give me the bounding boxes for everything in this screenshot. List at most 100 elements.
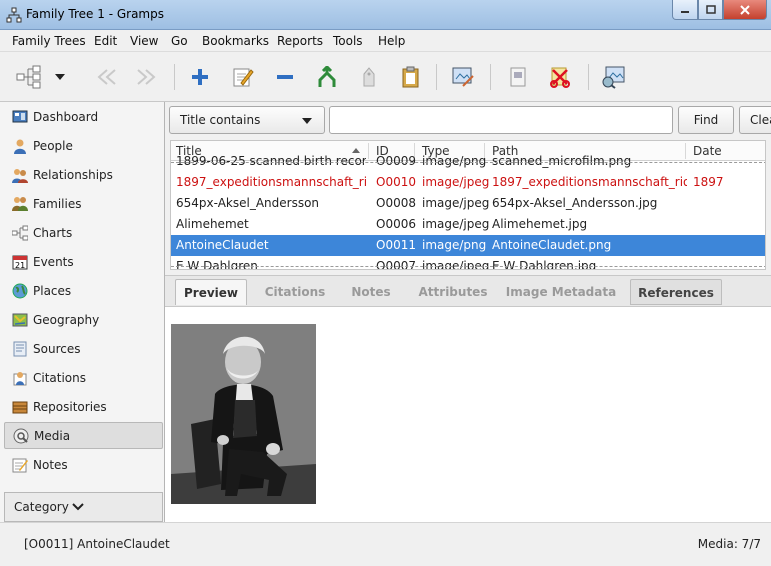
tab-preview[interactable]: Preview xyxy=(175,279,247,305)
dashboard-icon xyxy=(12,110,28,122)
portrait-photo[interactable] xyxy=(171,324,316,504)
back-button[interactable] xyxy=(90,62,120,92)
cell-id: O0011 xyxy=(376,238,416,252)
cell-id: O0010 xyxy=(376,175,416,189)
sidebar-item-label: Families xyxy=(33,196,82,211)
sidebar-item-relationships[interactable]: Relationships xyxy=(4,161,163,188)
tab-image-metadata[interactable]: Image Metadata xyxy=(505,279,617,305)
preview-pane xyxy=(165,307,771,522)
status-selected-object: [O0011] AntoineClaudet xyxy=(24,537,170,551)
sidebar-item-dashboard[interactable]: Dashboard xyxy=(4,103,163,130)
tab-references[interactable]: References xyxy=(630,279,722,305)
status-count: Media: 7/7 xyxy=(697,537,761,551)
forward-arrow-icon xyxy=(137,69,156,85)
menu-go[interactable]: Go xyxy=(171,34,188,48)
menu-tools[interactable]: Tools xyxy=(333,34,363,48)
search-filter-select[interactable]: Title contains xyxy=(169,106,325,134)
sidebar-item-label: Relationships xyxy=(33,167,113,182)
sidebar-item-sources[interactable]: Sources xyxy=(4,335,163,362)
add-button[interactable] xyxy=(185,62,215,92)
cell-title: E W Dahlgren xyxy=(176,259,258,270)
media-table: Title ID Type Path Date 1899-06-25 scann… xyxy=(170,140,766,270)
sidebar-item-repositories[interactable]: Repositories xyxy=(4,393,163,420)
maximize-icon xyxy=(705,4,716,14)
close-button[interactable] xyxy=(723,0,767,20)
cell-id: O0008 xyxy=(376,196,416,210)
category-selector[interactable]: Category xyxy=(4,492,163,522)
cell-path: 1897_expeditionsmannschaft_rio_a... xyxy=(492,175,687,189)
map-icon xyxy=(12,313,28,326)
find-button[interactable]: Find xyxy=(678,106,734,134)
sidebar-item-families[interactable]: Families xyxy=(4,190,163,217)
table-row[interactable]: 654px-Aksel_Andersson O0008 image/jpeg 6… xyxy=(171,193,765,214)
menu-family-trees[interactable]: Family Trees xyxy=(12,34,86,48)
sidebar-item-notes[interactable]: Notes xyxy=(4,451,163,478)
cell-id: O0009 xyxy=(376,154,416,168)
tab-attributes[interactable]: Attributes xyxy=(409,279,497,305)
maximize-button[interactable] xyxy=(698,0,723,20)
sidebar-item-label: Citations xyxy=(33,370,87,385)
edit-icon xyxy=(233,68,254,87)
merge-button[interactable] xyxy=(312,62,342,92)
drop-indicator-line xyxy=(171,266,765,267)
chevron-down-icon xyxy=(72,503,84,511)
sidebar-item-label: Media xyxy=(34,428,71,443)
tree-view-dropdown[interactable] xyxy=(52,62,68,92)
menu-help[interactable]: Help xyxy=(378,34,405,48)
table-row[interactable]: E W Dahlgren O0007 image/jpeg E W Dahlgr… xyxy=(171,256,765,270)
repository-icon xyxy=(12,401,28,413)
tab-notes[interactable]: Notes xyxy=(345,279,397,305)
citation-icon xyxy=(13,371,27,385)
sidebar-item-label: Dashboard xyxy=(33,109,99,124)
view-in-viewer-button[interactable] xyxy=(448,62,478,92)
sidebar-item-citations[interactable]: Citations xyxy=(4,364,163,391)
forward-button[interactable] xyxy=(133,62,163,92)
sidebar-item-people[interactable]: People xyxy=(4,132,163,159)
table-row[interactable]: 1897_expeditionsmannschaft_rio_a O0010 i… xyxy=(171,172,765,193)
minimize-icon xyxy=(681,10,689,13)
cell-type: image/png xyxy=(422,154,487,168)
sidebar-item-geography[interactable]: Geography xyxy=(4,306,163,333)
bottombar-tabs: Preview Citations Notes Attributes Image… xyxy=(165,275,771,307)
menu-reports[interactable]: Reports xyxy=(277,34,323,48)
status-bar: [O0011] AntoineClaudet Media: 7/7 xyxy=(0,522,771,566)
family-icon xyxy=(12,196,28,211)
clipboard-button[interactable] xyxy=(396,62,426,92)
search-input[interactable] xyxy=(329,106,673,134)
sidebar-item-places[interactable]: Places xyxy=(4,277,163,304)
drop-indicator-line xyxy=(171,162,765,163)
minimize-button[interactable] xyxy=(672,0,698,20)
table-row[interactable]: Alimehemet O0006 image/jpeg Alimehemet.j… xyxy=(171,214,765,235)
menu-edit[interactable]: Edit xyxy=(94,34,117,48)
menu-view[interactable]: View xyxy=(130,34,158,48)
tab-citations[interactable]: Citations xyxy=(257,279,333,305)
crop-button[interactable] xyxy=(545,62,575,92)
toolbar-separator xyxy=(436,64,437,90)
sidebar-item-label: Sources xyxy=(33,341,81,356)
media-ref-editor-button[interactable] xyxy=(598,62,628,92)
sidebar-item-label: People xyxy=(33,138,73,153)
remove-button[interactable] xyxy=(270,62,300,92)
close-icon xyxy=(740,4,750,15)
sidebar-item-charts[interactable]: Charts xyxy=(4,219,163,246)
edit-button[interactable] xyxy=(228,62,258,92)
clear-button[interactable]: Clear xyxy=(739,106,771,134)
relationships-icon xyxy=(12,168,28,183)
toolbar-separator xyxy=(174,64,175,90)
person-icon xyxy=(14,139,26,154)
sidebar-item-media[interactable]: Media xyxy=(4,422,163,449)
tree-view-button[interactable] xyxy=(14,62,44,92)
cell-id: O0006 xyxy=(376,217,416,231)
notes-icon xyxy=(12,458,28,472)
sidebar-item-events[interactable]: 21 Events xyxy=(4,248,163,275)
cell-path: AntoineClaudet.png xyxy=(492,238,612,252)
minus-icon xyxy=(277,75,293,79)
menu-bookmarks[interactable]: Bookmarks xyxy=(202,34,269,48)
open-folder-button[interactable] xyxy=(503,62,533,92)
cell-path: E W Dahlgren.jpg xyxy=(492,259,597,270)
cell-date: 1897 xyxy=(693,175,724,189)
tag-button[interactable] xyxy=(354,62,384,92)
sidebar-item-label: Notes xyxy=(33,457,68,472)
cell-type: image/jpeg xyxy=(422,259,490,270)
table-row-selected[interactable]: AntoineClaudet O0011 image/png AntoineCl… xyxy=(171,235,765,256)
